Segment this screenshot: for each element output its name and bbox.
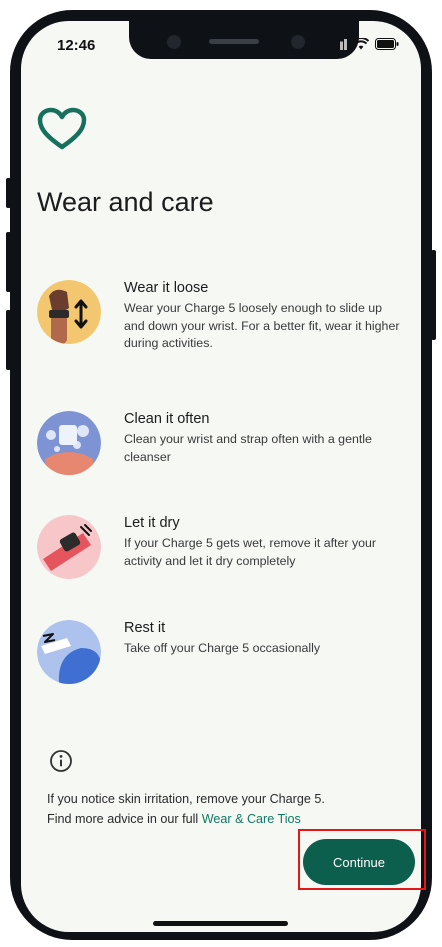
signal-icon — [331, 38, 347, 50]
page-title: Wear and care — [37, 187, 214, 217]
mute-switch — [6, 178, 11, 208]
status-time: 12:46 — [57, 37, 96, 54]
front-camera — [291, 35, 305, 49]
notch — [129, 21, 359, 59]
volume-down-button — [6, 310, 11, 370]
info-icon — [50, 750, 72, 772]
item-description: If your Charge 5 gets wet, remove it aft… — [124, 536, 377, 568]
rest-it-illustration — [37, 620, 101, 684]
clean-often-illustration — [37, 411, 101, 475]
item-title: Wear it loose — [124, 280, 209, 296]
battery-icon — [375, 38, 399, 50]
let-it-dry-illustration — [37, 515, 101, 579]
wear-care-tips-link[interactable]: Wear & Care Tios — [202, 812, 301, 826]
home-indicator — [153, 921, 288, 926]
wear-loose-illustration — [37, 280, 101, 344]
item-description: Take off your Charge 5 occasionally — [124, 641, 321, 655]
item-description: Clean your wrist and strap often with a … — [124, 432, 372, 464]
heart-icon — [37, 107, 87, 150]
wifi-icon — [353, 38, 369, 50]
item-title: Clean it often — [124, 411, 210, 427]
item-title: Rest it — [124, 620, 166, 636]
note-line-2: Find more advice in our full Wear & Care… — [47, 809, 417, 829]
sensor — [167, 35, 181, 49]
highlight-box — [298, 829, 426, 890]
note-line-1: If you notice skin irritation, remove yo… — [47, 792, 325, 806]
item-title: Let it dry — [124, 515, 180, 531]
speaker — [209, 39, 259, 44]
app-screen: 12:46 Wear and care Wear it loose Wear y… — [21, 21, 421, 932]
note-line-2-text: Find more advice in our full — [47, 812, 202, 826]
volume-up-button — [6, 232, 11, 292]
status-icons — [331, 38, 399, 50]
skin-irritation-note: If you notice skin irritation, remove yo… — [47, 789, 417, 829]
power-button — [431, 250, 436, 340]
item-description: Wear your Charge 5 loosely enough to sli… — [124, 301, 400, 350]
